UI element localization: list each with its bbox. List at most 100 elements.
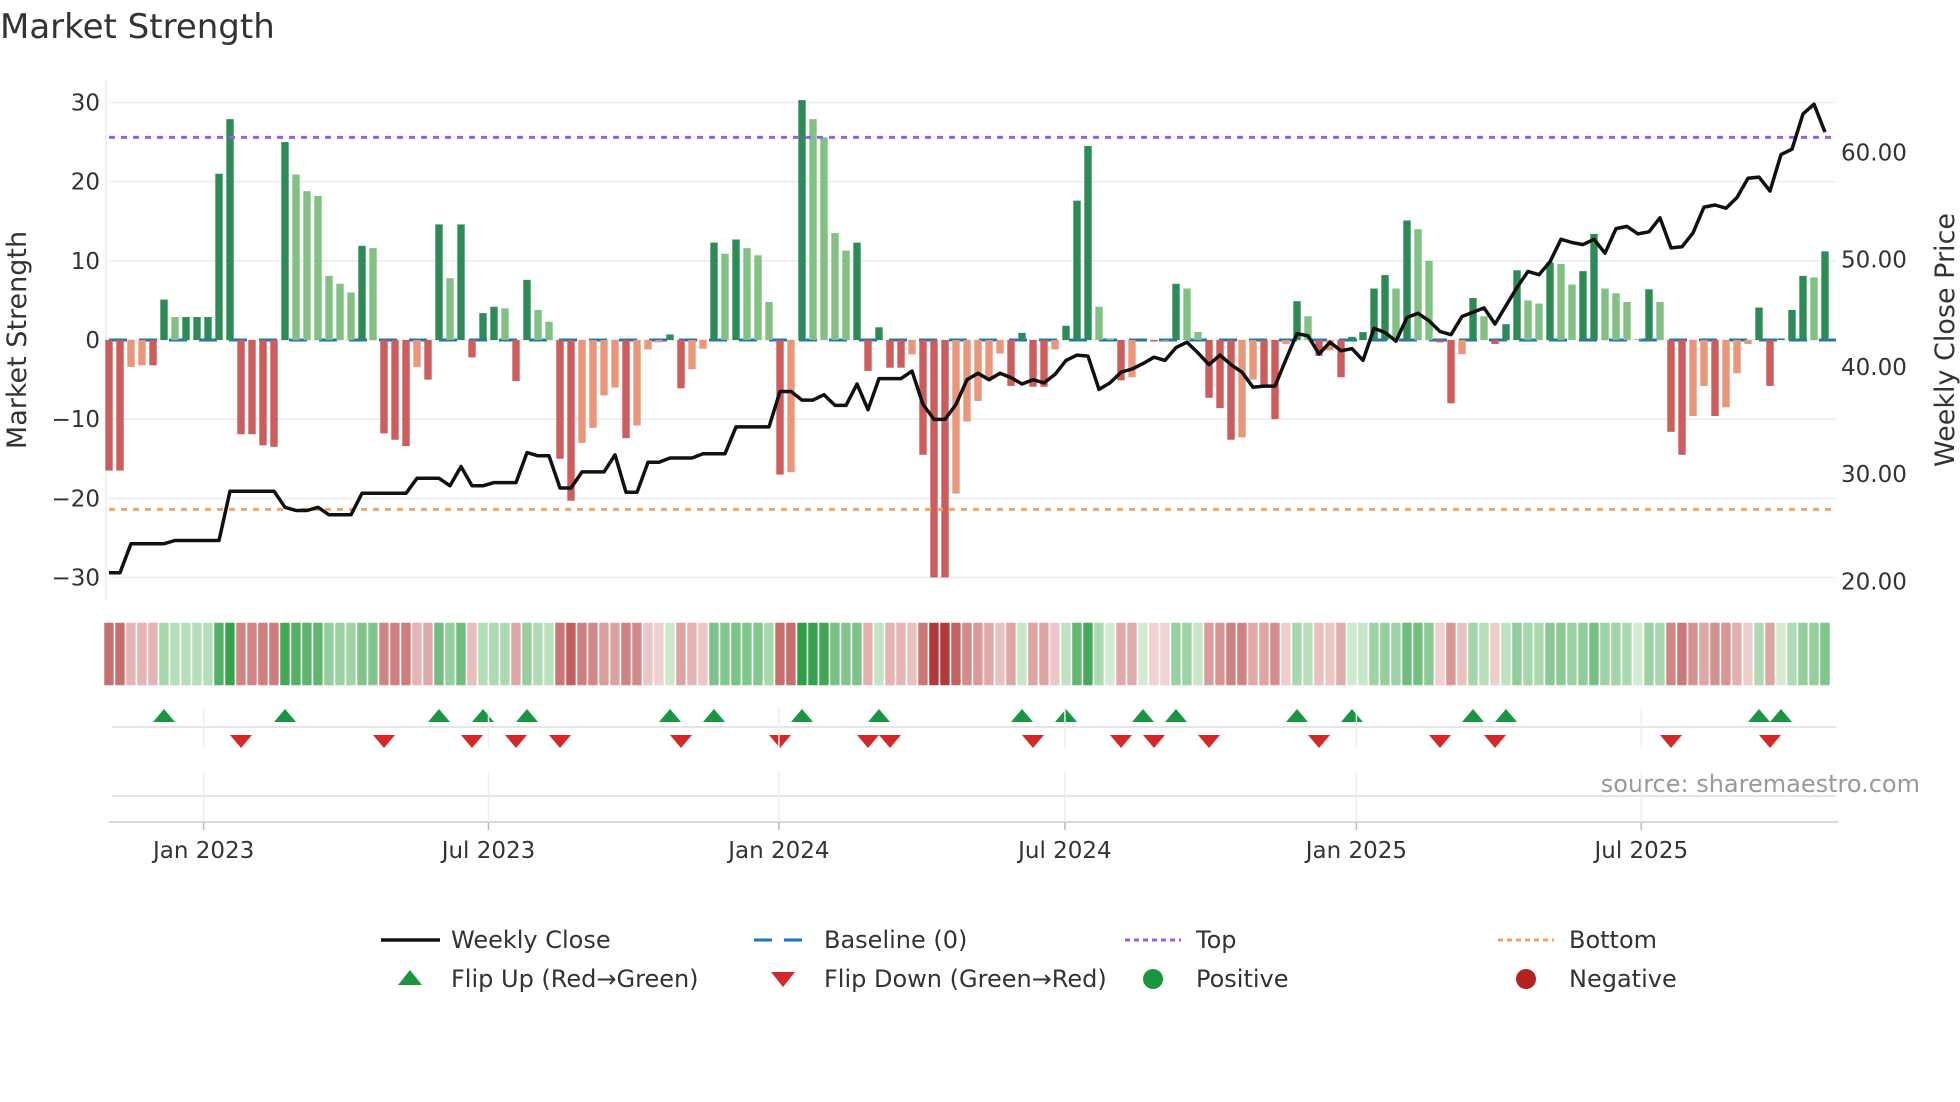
- heat-cell: [531, 621, 545, 687]
- weekly-close-line: [109, 102, 1827, 575]
- positive-bar: [1821, 251, 1829, 340]
- heat-cell: [410, 621, 424, 687]
- x-tick-label: Jul 2023: [440, 838, 536, 864]
- negative-bar: [699, 340, 707, 349]
- heat-cell: [949, 621, 963, 687]
- positive-bar: [1557, 264, 1565, 340]
- heat-cell: [1224, 621, 1238, 687]
- heat-cell: [1378, 621, 1392, 687]
- negative-bar: [996, 340, 1004, 354]
- positive-bar: [1579, 271, 1587, 340]
- heat-cell: [993, 621, 1007, 687]
- strength-heat-strip: [102, 621, 1832, 687]
- y-tick-label: −10: [51, 407, 100, 433]
- heat-cell: [1444, 621, 1458, 687]
- heat-cell: [1268, 621, 1282, 687]
- negative-bar: [655, 340, 663, 343]
- positive-bar: [446, 278, 454, 340]
- flip-down-marker: [1308, 735, 1330, 748]
- heat-cell: [289, 621, 303, 687]
- positive-bar: [765, 302, 773, 340]
- negative-bar: [248, 340, 256, 435]
- negative-bar: [677, 340, 685, 389]
- positive-bar: [292, 174, 300, 340]
- flip-down-marker: [1143, 735, 1165, 748]
- heat-cell: [1785, 621, 1799, 687]
- positive-bar: [204, 317, 212, 340]
- flip-up-marker: [1055, 709, 1077, 722]
- flip-down-marker: [1660, 735, 1682, 748]
- positive-bar: [1018, 332, 1026, 340]
- heat-cell: [377, 621, 391, 687]
- y2-tick-label: 20.00: [1841, 569, 1907, 595]
- negative-bar: [138, 340, 146, 366]
- heat-cell: [267, 621, 281, 687]
- negative-bar: [1700, 340, 1708, 386]
- negative-bar: [468, 340, 476, 358]
- negative-bar: [578, 340, 586, 443]
- chart-title: Market Strength: [0, 7, 275, 47]
- negative-bar: [1161, 340, 1169, 341]
- legend-label: Positive: [1196, 965, 1289, 993]
- heat-cell: [399, 621, 413, 687]
- negative-bar: [611, 340, 619, 388]
- positive-bar: [1524, 300, 1532, 340]
- y-tick-label: −20: [51, 486, 100, 512]
- negative-bar: [105, 340, 113, 471]
- heat-cell: [1642, 621, 1656, 687]
- positive-bar: [820, 137, 828, 340]
- negative-bar: [1722, 340, 1730, 408]
- positive-bar: [171, 317, 179, 340]
- negative-bar: [1260, 340, 1268, 386]
- heat-cell: [608, 621, 622, 687]
- heat-cell: [927, 621, 941, 687]
- negative-bar: [688, 340, 696, 370]
- circle-icon: [1143, 969, 1163, 989]
- y2-tick-label: 50.00: [1841, 248, 1907, 274]
- negative-bar: [1436, 340, 1444, 343]
- heat-cell: [872, 621, 886, 687]
- negative-bar: [1491, 340, 1499, 344]
- heat-cell: [388, 621, 402, 687]
- heat-cell: [817, 621, 831, 687]
- negative-bar: [897, 340, 905, 368]
- heat-cell: [1719, 621, 1733, 687]
- positive-bar: [523, 279, 531, 340]
- positive-bar: [1348, 336, 1356, 340]
- heat-cell: [1631, 621, 1645, 687]
- positive-bar: [1106, 338, 1114, 340]
- negative-bar: [270, 340, 278, 447]
- negative-bar: [908, 340, 916, 355]
- heat-cell: [828, 621, 842, 687]
- negative-bar: [259, 340, 267, 446]
- legend-item-top: Top: [1125, 926, 1237, 954]
- heat-cell: [784, 621, 798, 687]
- flip-up-marker: [1462, 709, 1484, 722]
- x-tick-label: Jan 2025: [1304, 838, 1407, 864]
- flip-up-marker: [1495, 709, 1517, 722]
- heat-cell: [1488, 621, 1502, 687]
- negative-bar: [952, 340, 960, 494]
- negative-bar: [127, 340, 135, 367]
- heat-cell: [366, 621, 380, 687]
- y-tick-label: 0: [85, 328, 100, 354]
- positive-bar: [479, 313, 487, 340]
- heat-cell: [1092, 621, 1106, 687]
- legend-item-positive: Positive: [1143, 965, 1289, 993]
- negative-bar: [391, 340, 399, 440]
- heat-cell: [641, 621, 655, 687]
- positive-bar: [743, 248, 751, 340]
- positive-bar: [1469, 298, 1477, 340]
- heat-cell: [1257, 621, 1271, 687]
- heat-cell: [1510, 621, 1524, 687]
- heat-cell: [124, 621, 138, 687]
- heat-cell: [762, 621, 776, 687]
- heat-cell: [916, 621, 930, 687]
- heat-cell: [1554, 621, 1568, 687]
- heat-cell: [1807, 621, 1821, 687]
- x-axis-ticks: Jan 2023 Jul 2023 Jan 2024 Jul 2024 Jan 2025…: [151, 708, 1688, 864]
- heat-cell: [344, 621, 358, 687]
- flip-up-marker: [153, 709, 175, 722]
- positive-bar: [1194, 332, 1202, 340]
- positive-bar: [809, 119, 817, 340]
